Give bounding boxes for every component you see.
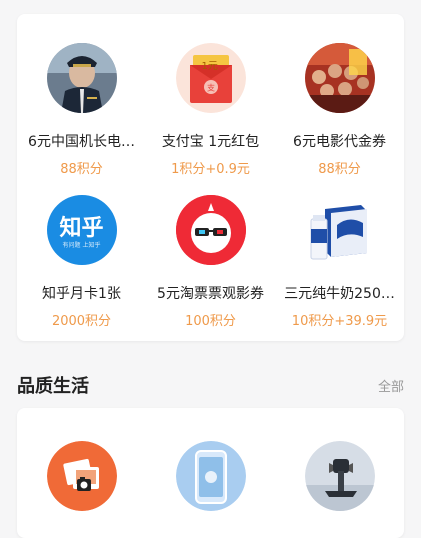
product-price: 10积分+39.9元 [291,314,388,329]
product-item[interactable]: 5元淘票票观影券 100积分 [146,195,275,329]
alipay-red-envelope-icon: 支 1元 [175,43,246,113]
product-item[interactable]: 6元电影代金券 88积分 [275,43,404,177]
section-title: 品质生活 [17,376,89,397]
product-item[interactable] [17,441,146,511]
product-price: 100积分 [185,314,236,329]
movie-poster-motherland-icon [304,43,375,113]
product-price: 1积分+0.9元 [171,162,250,177]
zhihu-logo-icon: 知乎 有问题 上知乎 [46,195,117,265]
car-phone-holder-icon [304,441,375,511]
quality-section-header: 品质生活 全部 [17,372,404,398]
product-item[interactable]: 知乎 有问题 上知乎 知乎月卡1张 2000积分 [17,195,146,329]
product-price: 2000积分 [51,314,112,329]
featured-card: 6元中国机长电… 88积分 支 1元 支付宝 1元红包 1积分+0.9元 6元电… [17,14,404,341]
product-title: 三元纯牛奶250… [284,286,395,302]
product-item[interactable]: 6元中国机长电… 88积分 [17,43,146,177]
milk-box-icon [304,195,375,265]
taopiaopiao-logo-icon [175,195,246,265]
product-item[interactable] [275,441,404,511]
product-title: 知乎月卡1张 [42,286,121,302]
product-title: 支付宝 1元红包 [161,134,260,150]
product-item[interactable] [146,441,275,511]
zhihu-logo-text: 知乎 [59,216,104,241]
product-title: 6元中国机长电… [28,134,135,150]
red-envelope-badge: 1元 [201,61,218,72]
product-price: 88积分 [318,162,361,177]
product-item[interactable]: 三元纯牛奶250… 10积分+39.9元 [275,195,404,329]
view-all-link[interactable]: 全部 [378,376,404,395]
product-item[interactable]: 支 1元 支付宝 1元红包 1积分+0.9元 [146,43,275,177]
photo-print-icon [46,441,117,511]
svg-text:支: 支 [207,83,215,93]
zhihu-logo-subtext: 有问题 上知乎 [62,242,101,249]
product-title: 6元电影代金券 [293,134,386,150]
product-title: 5元淘票票观影券 [157,286,264,302]
quality-card [17,408,404,538]
phone-screen-icon [175,441,246,511]
product-price: 88积分 [60,162,103,177]
movie-poster-captain-icon [46,43,117,113]
